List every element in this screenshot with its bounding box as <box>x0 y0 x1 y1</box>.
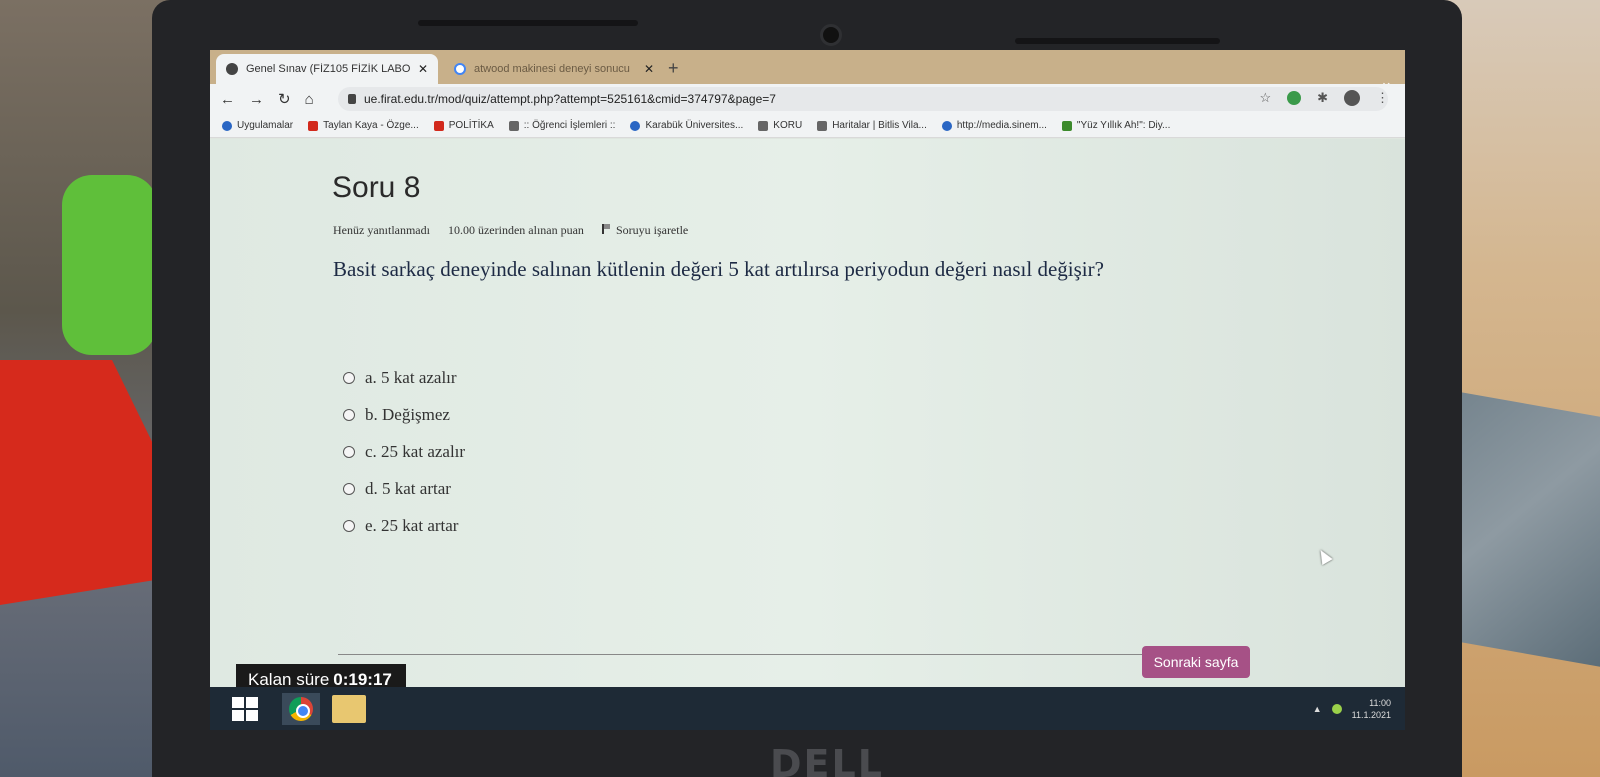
question-title: Soru 8 <box>332 171 421 204</box>
google-icon <box>454 63 466 75</box>
question-status: Henüz yanıtlanmadı <box>333 223 430 237</box>
question-meta: Henüz yanıtlanmadı 10.00 üzerinden alına… <box>333 223 688 238</box>
bookmark-apps[interactable]: Uygulamalar <box>222 120 293 131</box>
bookmark-label: :: Öğrenci İşlemleri :: <box>523 120 616 131</box>
laptop-screen: Genel Sınav (FİZ105 FİZİK LABOR ✕ atwood… <box>210 50 1405 730</box>
bookmark-koru[interactable]: KORU <box>758 120 802 131</box>
option-label: b. Değişmez <box>365 404 450 424</box>
close-icon[interactable]: ✕ <box>644 62 654 76</box>
bookmark-karabuk[interactable]: Karabük Üniversites... <box>630 120 743 131</box>
question-text: Basit sarkaç deneyinde salınan kütlenin … <box>333 257 1104 281</box>
tray-app-icon[interactable] <box>1331 703 1342 714</box>
chrome-icon <box>289 696 313 721</box>
divider <box>338 654 1250 655</box>
tab-quiz[interactable]: Genel Sınav (FİZ105 FİZİK LABOR ✕ <box>216 54 438 84</box>
star-icon[interactable]: ☆ <box>1259 90 1271 106</box>
flag-label: Soruyu işaretle <box>615 223 689 237</box>
radio-button[interactable] <box>343 519 355 532</box>
next-page-button[interactable]: Sonraki sayfa <box>1142 646 1250 678</box>
toolbar-actions: ☆ ✱ ⋮ <box>1259 90 1389 106</box>
address-bar[interactable]: ue.firat.edu.tr/mod/quiz/attempt.php?att… <box>338 87 1388 111</box>
forward-icon[interactable]: → <box>249 91 264 108</box>
tab-search[interactable]: atwood makinesi deneyi sonucu ✕ <box>444 54 664 84</box>
dell-logo: DELL <box>770 742 884 777</box>
bars-icon <box>1061 120 1072 131</box>
red-toy-box <box>0 360 160 605</box>
bookmark-ogrenci[interactable]: :: Öğrenci İşlemleri :: <box>508 120 616 131</box>
bookmark-label: POLİTİKA <box>448 120 494 131</box>
bookmark-label: "Yüz Yıllık Ah!": Diy... <box>1076 120 1171 131</box>
file-explorer-icon[interactable] <box>332 694 366 723</box>
bookmark-yuz-yillik[interactable]: "Yüz Yıllık Ah!": Diy... <box>1061 120 1171 131</box>
tab-title: atwood makinesi deneyi sonucu <box>474 63 630 75</box>
answer-option-c[interactable]: c. 25 kat azalır <box>343 433 465 470</box>
question-points: 10.00 üzerinden alınan puan <box>447 223 584 237</box>
menu-icon[interactable]: ⋮ <box>1376 90 1389 106</box>
radio-button[interactable] <box>343 408 355 421</box>
profile-avatar[interactable] <box>1344 90 1360 106</box>
url-text: ue.firat.edu.tr/mod/quiz/attempt.php?att… <box>364 92 776 106</box>
apps-grid-icon <box>222 120 232 131</box>
browser-tab-bar: Genel Sınav (FİZ105 FİZİK LABOR ✕ atwood… <box>210 50 1405 93</box>
lock-icon <box>348 94 356 104</box>
new-tab-icon[interactable]: + <box>668 58 679 79</box>
answer-options: a. 5 kat azalır b. Değişmez c. 25 kat az… <box>343 359 465 544</box>
answer-option-d[interactable]: d. 5 kat artar <box>343 470 465 507</box>
google-icon <box>941 120 952 131</box>
home-icon[interactable]: ⌂ <box>305 91 314 108</box>
tab-title: Genel Sınav (FİZ105 FİZİK LABOR <box>246 63 410 75</box>
radio-button[interactable] <box>343 482 355 495</box>
flag-icon <box>601 224 610 234</box>
bezel-slot-right <box>1015 38 1220 44</box>
bookmark-label: Taylan Kaya - Özge... <box>323 120 419 131</box>
webcam <box>820 24 842 46</box>
flag-question-link[interactable]: Soruyu işaretle <box>601 223 689 238</box>
bookmark-label: http://media.sinem... <box>956 120 1047 131</box>
answer-option-a[interactable]: a. 5 kat azalır <box>343 359 465 396</box>
map-icon <box>817 120 828 131</box>
option-label: d. 5 kat artar <box>365 478 451 498</box>
bookmark-haritalar[interactable]: Haritalar | Bitlis Vila... <box>817 120 927 131</box>
option-label: e. 25 kat artar <box>365 515 459 535</box>
bezel-slot-left <box>418 20 638 26</box>
bookmarks-bar: Uygulamalar Taylan Kaya - Özge... POLİTİ… <box>210 114 1405 138</box>
bookmark-label: Karabük Üniversites... <box>645 120 744 131</box>
bookmark-politika[interactable]: POLİTİKA <box>433 120 494 131</box>
bookmark-label: Haritalar | Bitlis Vila... <box>832 120 927 131</box>
clock-date: 11.1.2021 <box>1351 709 1391 720</box>
bookmark-label: KORU <box>773 120 803 131</box>
back-icon[interactable]: ← <box>220 91 235 108</box>
youtube-icon <box>308 120 319 131</box>
option-label: a. 5 kat azalır <box>365 367 457 387</box>
system-tray: ▲ 11:00 11.1.2021 <box>1313 697 1391 721</box>
green-toy <box>62 175 157 355</box>
windows-start-icon[interactable] <box>232 696 258 721</box>
extension-icon[interactable] <box>1287 91 1302 105</box>
tray-chevron-icon[interactable]: ▲ <box>1313 704 1322 714</box>
circle-icon <box>630 120 641 131</box>
close-icon[interactable]: ✕ <box>418 62 428 76</box>
radio-button[interactable] <box>343 371 355 384</box>
puzzle-icon[interactable]: ✱ <box>1317 90 1328 106</box>
background-room-left <box>0 0 170 777</box>
moodle-icon <box>226 63 238 75</box>
bookmark-taylan[interactable]: Taylan Kaya - Özge... <box>308 120 419 131</box>
globe-icon <box>508 120 519 131</box>
bookmark-label: Uygulamalar <box>237 120 294 131</box>
option-label: c. 25 kat azalır <box>365 441 466 461</box>
clock-time: 11:00 <box>1369 697 1391 708</box>
globe-icon <box>758 120 769 131</box>
r-logo-icon <box>433 120 444 131</box>
reload-icon[interactable]: ↻ <box>278 90 291 108</box>
quiz-page: Soru 8 Henüz yanıtlanmadı 10.00 üzerinde… <box>210 139 1405 687</box>
taskbar-clock[interactable]: 11:00 11.1.2021 <box>1352 697 1391 721</box>
taskbar-chrome[interactable] <box>282 692 320 725</box>
radio-button[interactable] <box>343 445 355 458</box>
bookmark-media[interactable]: http://media.sinem... <box>941 120 1047 131</box>
answer-option-e[interactable]: e. 25 kat artar <box>343 507 465 544</box>
mouse-cursor-icon <box>1315 546 1333 566</box>
windows-taskbar: ▲ 11:00 11.1.2021 <box>210 687 1405 730</box>
answer-option-b[interactable]: b. Değişmez <box>343 396 465 433</box>
